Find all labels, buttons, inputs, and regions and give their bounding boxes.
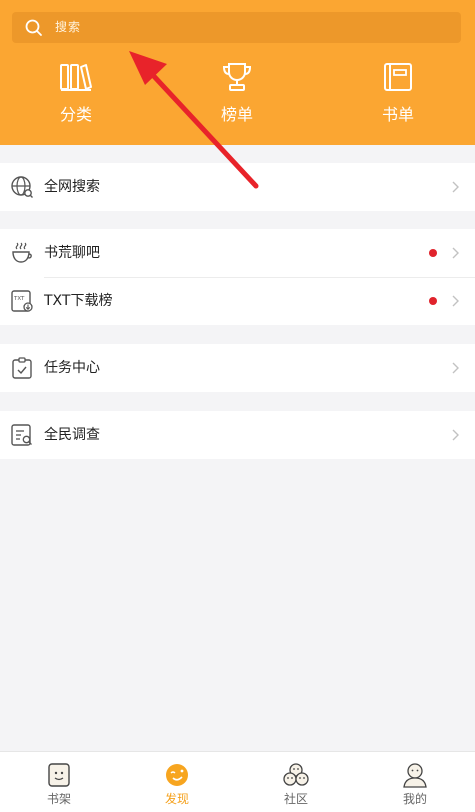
bottom-tab-bar: 书架 发现 社区 我的: [0, 751, 475, 812]
chevron-right-icon: [452, 247, 459, 259]
globe-search-icon: [11, 176, 33, 198]
menu-item-label: 全网搜索: [44, 179, 100, 195]
bookshelf-icon: [48, 763, 70, 787]
menu-item-survey[interactable]: 全民调查: [0, 411, 475, 459]
chevron-right-icon: [452, 362, 459, 374]
quick-nav-booklist[interactable]: 书单: [348, 62, 448, 132]
trophy-icon: [222, 63, 252, 91]
quick-nav-ranking[interactable]: 榜单: [187, 62, 287, 132]
search-placeholder: 搜索: [55, 20, 82, 34]
menu-group: 书荒聊吧 TXT TXT下载榜: [0, 229, 475, 325]
menu-item-label: 书荒聊吧: [44, 245, 100, 261]
menu-item-txt-ranking[interactable]: TXT TXT下载榜: [0, 277, 475, 325]
discover-header: 搜索 分类 榜单 书单: [0, 0, 475, 145]
tab-label: 发现: [164, 792, 189, 806]
discover-icon: [166, 764, 188, 786]
coffee-cup-icon: [12, 242, 32, 263]
unread-dot: [429, 297, 437, 305]
menu-item-book-chat[interactable]: 书荒聊吧: [0, 229, 475, 277]
txt-download-icon: TXT: [11, 290, 33, 312]
quick-nav-label: 书单: [381, 105, 414, 124]
search-bar[interactable]: 搜索: [12, 12, 461, 43]
chevron-right-icon: [452, 181, 459, 193]
quick-nav-label: 榜单: [220, 105, 253, 124]
task-clipboard-icon: [12, 357, 32, 379]
tab-label: 社区: [283, 792, 308, 806]
tab-discover[interactable]: 发现: [118, 752, 236, 812]
menu-group: 全网搜索: [0, 163, 475, 211]
tab-label: 我的: [402, 792, 427, 806]
booklist-icon: [384, 63, 412, 91]
menu-item-label: 任务中心: [44, 360, 100, 376]
menu-group: 任务中心: [0, 344, 475, 392]
survey-icon: [11, 424, 32, 446]
tab-bookshelf[interactable]: 书架: [0, 752, 118, 812]
chevron-right-icon: [452, 429, 459, 441]
community-icon: [283, 763, 309, 786]
books-icon: [60, 64, 92, 91]
svg-text:TXT: TXT: [13, 296, 25, 302]
tab-profile[interactable]: 我的: [356, 752, 474, 812]
unread-dot: [429, 249, 437, 257]
quick-nav-label: 分类: [59, 105, 92, 124]
tab-label: 书架: [46, 792, 71, 806]
menu-item-task-center[interactable]: 任务中心: [0, 344, 475, 392]
menu-item-label: TXT下载榜: [44, 293, 113, 309]
menu-group: 全民调查: [0, 411, 475, 459]
search-icon: [25, 19, 42, 36]
chevron-right-icon: [452, 295, 459, 307]
quick-nav-category[interactable]: 分类: [26, 62, 126, 132]
profile-icon: [403, 763, 427, 788]
menu-item-label: 全民调查: [44, 427, 100, 443]
menu-item-web-search[interactable]: 全网搜索: [0, 163, 475, 211]
tab-community[interactable]: 社区: [237, 752, 355, 812]
